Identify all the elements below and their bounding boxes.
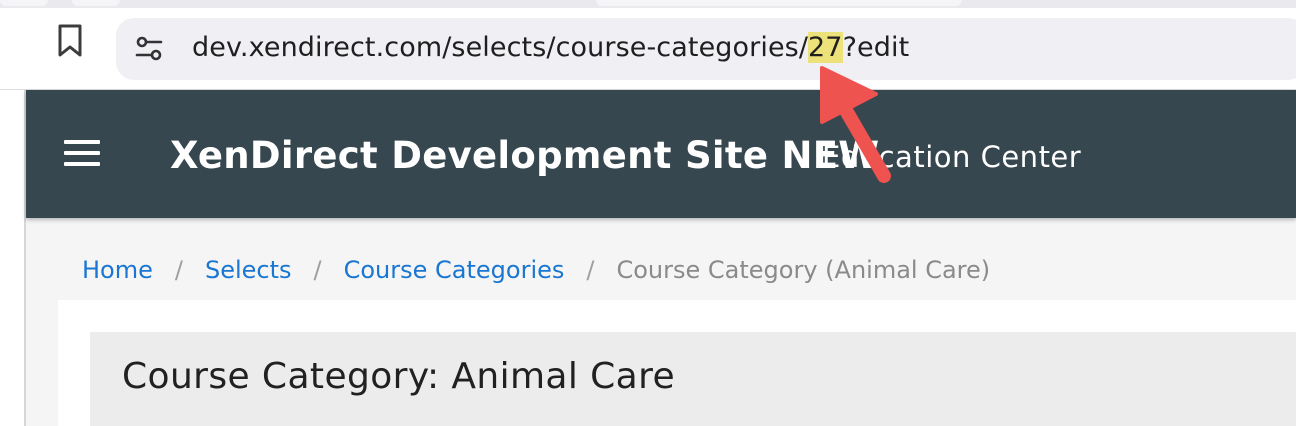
page-title: Course Category: Animal Care [122,356,676,397]
breadcrumb-separator: / [586,256,595,284]
url-id-highlight: 27 [808,32,843,63]
url-text[interactable]: dev.xendirect.com/selects/course-categor… [192,32,909,63]
hamburger-icon[interactable] [64,140,100,168]
breadcrumb-selects-link[interactable]: Selects [205,256,292,284]
browser-tab[interactable] [72,0,120,6]
url-suffix: ?edit [842,32,910,63]
site-title[interactable]: XenDirect Development Site NEW [170,134,879,177]
page-left-edge [0,90,26,426]
breadcrumb: Home / Selects / Course Categories / Course Ca… [82,256,990,284]
browser-tab-active[interactable] [596,0,962,6]
breadcrumb-separator: / [174,256,183,284]
bookmark-icon[interactable] [56,24,84,58]
tune-icon[interactable] [134,34,164,64]
browser-tab[interactable] [0,0,48,6]
breadcrumb-course-categories-link[interactable]: Course Categories [344,256,565,284]
url-prefix: dev.xendirect.com/selects/course-categor… [192,32,809,63]
breadcrumb-current: Course Category (Animal Care) [616,256,991,284]
breadcrumb-separator: / [313,256,322,284]
tab-strip [0,0,1296,8]
breadcrumb-home-link[interactable]: Home [82,256,153,284]
annotation-arrow-icon [820,66,891,183]
